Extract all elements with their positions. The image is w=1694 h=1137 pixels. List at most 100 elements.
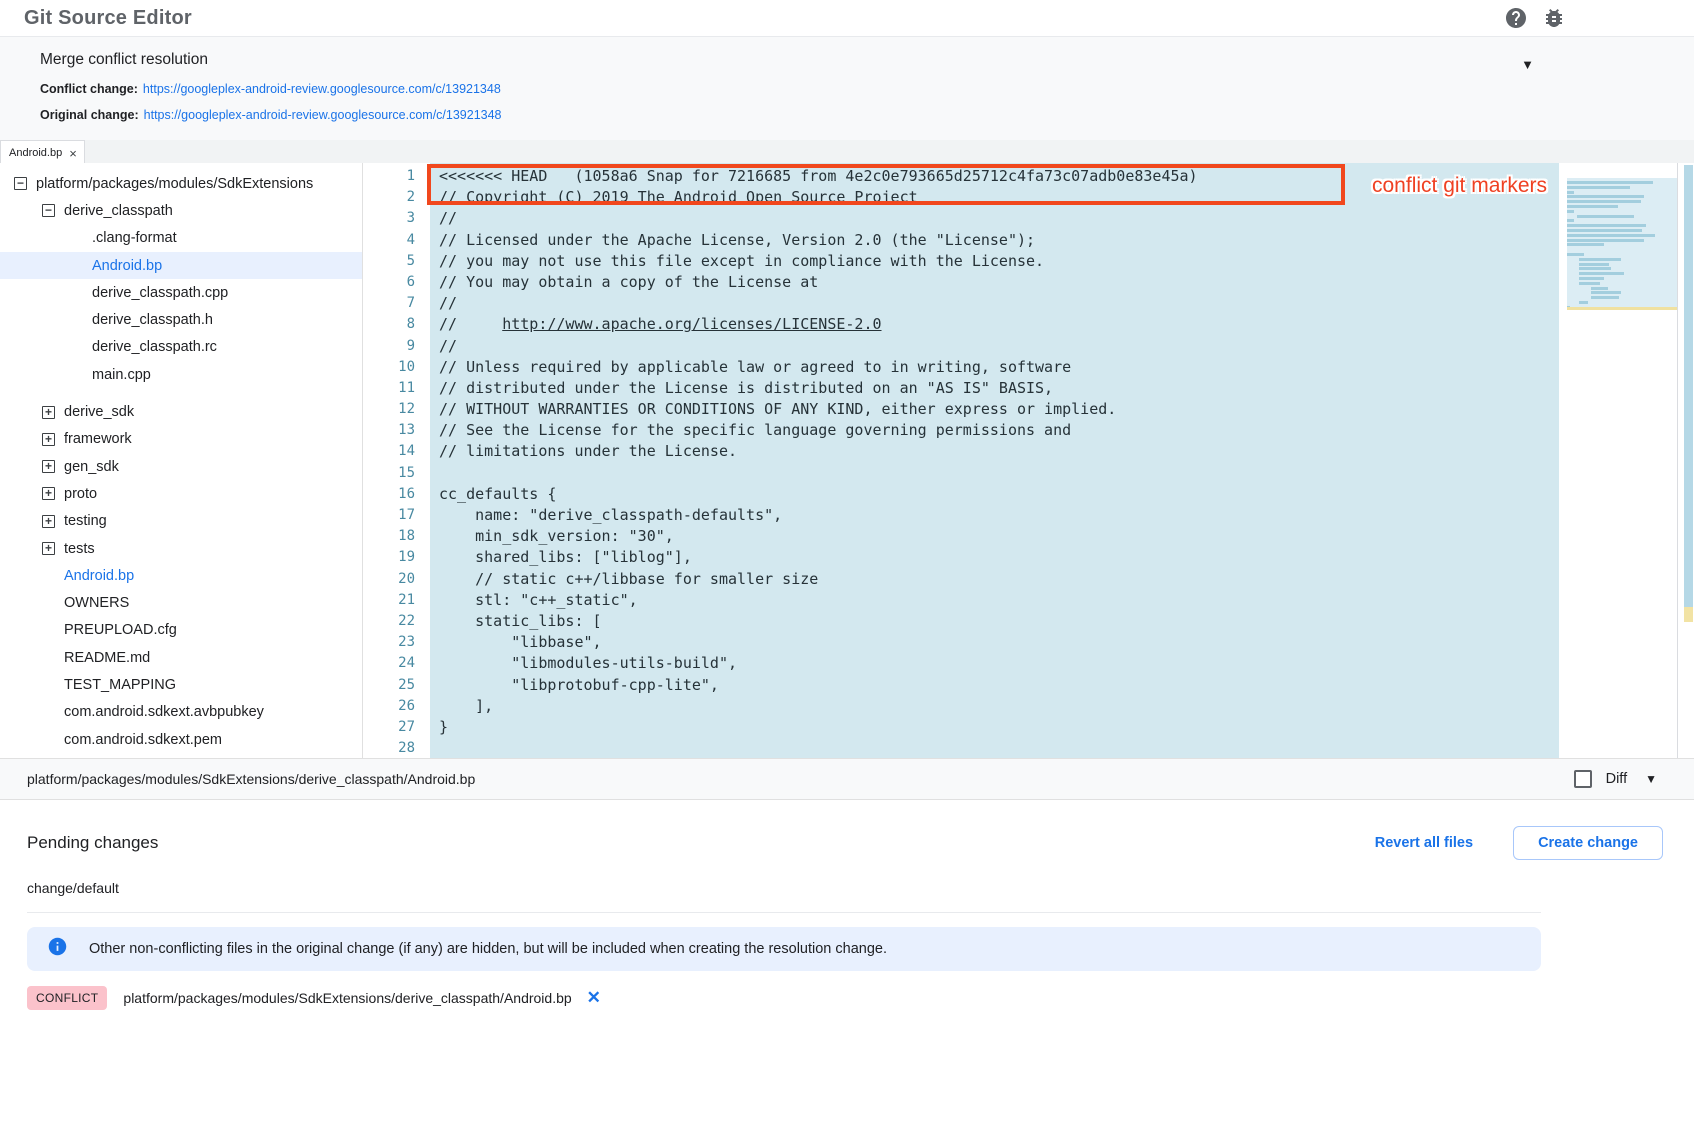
minimap-line [1567, 219, 1574, 222]
code-line[interactable]: // WITHOUT WARRANTIES OR CONDITIONS OF A… [430, 399, 1559, 420]
code-line[interactable]: // distributed under the License is dist… [430, 378, 1559, 399]
tree-item-derive-classpath[interactable]: −derive_classpath [0, 197, 362, 224]
tree-item-derive-classpath-h[interactable]: derive_classpath.h [0, 306, 362, 333]
conflict-change-link[interactable]: https://googleplex-android-review.google… [143, 82, 501, 96]
tree-item-derive-sdk[interactable]: +derive_sdk [0, 398, 362, 425]
code-editor[interactable]: 1234567891011121314151617181920212223242… [363, 163, 1559, 758]
code-line[interactable]: static_libs: [ [430, 611, 1559, 632]
tree-item-testing[interactable]: +testing [0, 508, 362, 535]
code-line[interactable]: "libprotobuf-cpp-lite", [430, 675, 1559, 696]
tree-item-label: OWNERS [64, 595, 129, 611]
tree-item-com-android-sdkext-pem[interactable]: com.android.sdkext.pem [0, 726, 362, 753]
original-change-row: Original change:https://googleplex-andro… [40, 108, 1654, 122]
code-line[interactable]: // Licensed under the Apache License, Ve… [430, 230, 1559, 251]
tree-item-label: Android.bp [92, 258, 162, 274]
tree-item-derive-classpath-cpp[interactable]: derive_classpath.cpp [0, 279, 362, 306]
expand-node-icon[interactable]: + [42, 515, 55, 528]
pending-changes-title: Pending changes [27, 833, 1375, 853]
code-line[interactable]: // Unless required by applicable law or … [430, 357, 1559, 378]
tree-item-label: platform/packages/modules/SdkExtensions [36, 176, 313, 192]
code-line[interactable]: // limitations under the License. [430, 441, 1559, 462]
tab-android-bp[interactable]: Android.bp × [0, 140, 85, 163]
tree-item-test-mapping[interactable]: TEST_MAPPING [0, 671, 362, 698]
code-line[interactable]: // You may obtain a copy of the License … [430, 272, 1559, 293]
code-line[interactable]: min_sdk_version: "30", [430, 526, 1559, 547]
code-line[interactable]: ], [430, 696, 1559, 717]
code-line[interactable]: <<<<<<< HEAD (1058a6 Snap for 7216685 fr… [430, 166, 1559, 187]
tree-item--clang-format[interactable]: .clang-format [0, 225, 362, 252]
code-line[interactable]: // [430, 293, 1559, 314]
line-number-gutter: 1234567891011121314151617181920212223242… [363, 163, 430, 758]
conflict-file-row: CONFLICT platform/packages/modules/SdkEx… [27, 986, 1663, 1010]
code-line[interactable]: // static c++/libbase for smaller size [430, 569, 1559, 590]
code-line[interactable]: } [430, 717, 1559, 738]
editor-main-area: −platform/packages/modules/SdkExtensions… [0, 163, 1694, 758]
code-line[interactable]: // you may not use this file except in c… [430, 251, 1559, 272]
expand-node-icon[interactable]: + [42, 433, 55, 446]
tree-item-label: Android.bp [64, 568, 134, 584]
code-line[interactable]: // [430, 208, 1559, 229]
info-banner: Other non-conflicting files in the origi… [27, 927, 1541, 971]
code-line[interactable]: "libmodules-utils-build", [430, 653, 1559, 674]
tree-item-main-cpp[interactable]: main.cpp [0, 361, 362, 388]
code-line[interactable]: // [430, 336, 1559, 357]
collapse-node-icon[interactable]: − [14, 177, 27, 190]
expand-node-icon[interactable]: + [42, 487, 55, 500]
code-line[interactable]: name: "derive_classpath-defaults", [430, 505, 1559, 526]
tab-close-icon[interactable]: × [69, 147, 77, 160]
info-banner-text: Other non-conflicting files in the origi… [89, 941, 887, 957]
tree-item-label: .clang-format [92, 230, 177, 246]
expand-node-icon[interactable]: + [42, 460, 55, 473]
minimap-yellow-marker [1567, 307, 1677, 310]
diff-checkbox[interactable] [1574, 770, 1592, 788]
code-content[interactable]: <<<<<<< HEAD (1058a6 Snap for 7216685 fr… [430, 163, 1559, 758]
code-line[interactable]: // See the License for the specific lang… [430, 420, 1559, 441]
status-path-bar: platform/packages/modules/SdkExtensions/… [0, 758, 1694, 800]
tree-item-framework[interactable]: +framework [0, 426, 362, 453]
line-number: 7 [363, 293, 430, 314]
revert-all-files-button[interactable]: Revert all files [1375, 835, 1473, 851]
code-line[interactable]: // http://www.apache.org/licenses/LICENS… [430, 314, 1559, 335]
remove-file-icon[interactable]: ✕ [587, 988, 601, 1008]
tree-item-readme-md[interactable]: README.md [0, 644, 362, 671]
tree-item-preupload-cfg[interactable]: PREUPLOAD.cfg [0, 617, 362, 644]
code-line[interactable]: // Copyright (C) 2019 The Android Open S… [430, 187, 1559, 208]
code-line[interactable]: "libbase", [430, 632, 1559, 653]
expand-node-icon[interactable]: + [42, 406, 55, 419]
bug-report-icon[interactable] [1542, 6, 1566, 30]
tree-item-tests[interactable]: +tests [0, 535, 362, 562]
minimap[interactable] [1567, 178, 1677, 310]
line-number: 27 [363, 717, 430, 738]
tree-item-platform-packages-modules-sdkextensions[interactable]: −platform/packages/modules/SdkExtensions [0, 170, 362, 197]
minimap-line [1567, 191, 1574, 194]
collapse-node-icon[interactable]: − [42, 204, 55, 217]
code-line[interactable]: shared_libs: ["liblog"], [430, 547, 1559, 568]
tree-item-owners[interactable]: OWNERS [0, 589, 362, 616]
line-number: 25 [363, 675, 430, 696]
tree-item-label: derive_classpath [64, 203, 173, 219]
collapse-panel-icon[interactable]: ▼ [1521, 57, 1534, 72]
code-line[interactable]: stl: "c++_static", [430, 590, 1559, 611]
overview-ruler[interactable] [1677, 163, 1694, 758]
tree-item-label: proto [64, 486, 97, 502]
tree-item-proto[interactable]: + proto [0, 480, 362, 507]
tree-item-derive-classpath-rc[interactable]: derive_classpath.rc [0, 334, 362, 361]
diff-dropdown-icon[interactable]: ▼ [1645, 772, 1657, 786]
expand-node-icon[interactable]: + [42, 542, 55, 555]
tree-item-gen-sdk[interactable]: +gen_sdk [0, 453, 362, 480]
line-number: 11 [363, 378, 430, 399]
code-line[interactable] [430, 463, 1559, 484]
tree-item-android-bp[interactable]: Android.bp [0, 252, 362, 279]
line-number: 28 [363, 738, 430, 759]
original-change-link[interactable]: https://googleplex-android-review.google… [144, 108, 502, 122]
tree-item-com-android-sdkext-avbpubkey[interactable]: com.android.sdkext.avbpubkey [0, 699, 362, 726]
license-url: http://www.apache.org/licenses/LICENSE-2… [502, 315, 881, 333]
tree-item-android-bp[interactable]: Android.bp [0, 562, 362, 589]
line-number: 22 [363, 611, 430, 632]
create-change-button[interactable]: Create change [1513, 826, 1663, 860]
line-number: 2 [363, 187, 430, 208]
minimap-line [1567, 224, 1646, 227]
code-line[interactable]: cc_defaults { [430, 484, 1559, 505]
help-icon[interactable] [1504, 6, 1528, 30]
code-line[interactable] [430, 738, 1559, 758]
